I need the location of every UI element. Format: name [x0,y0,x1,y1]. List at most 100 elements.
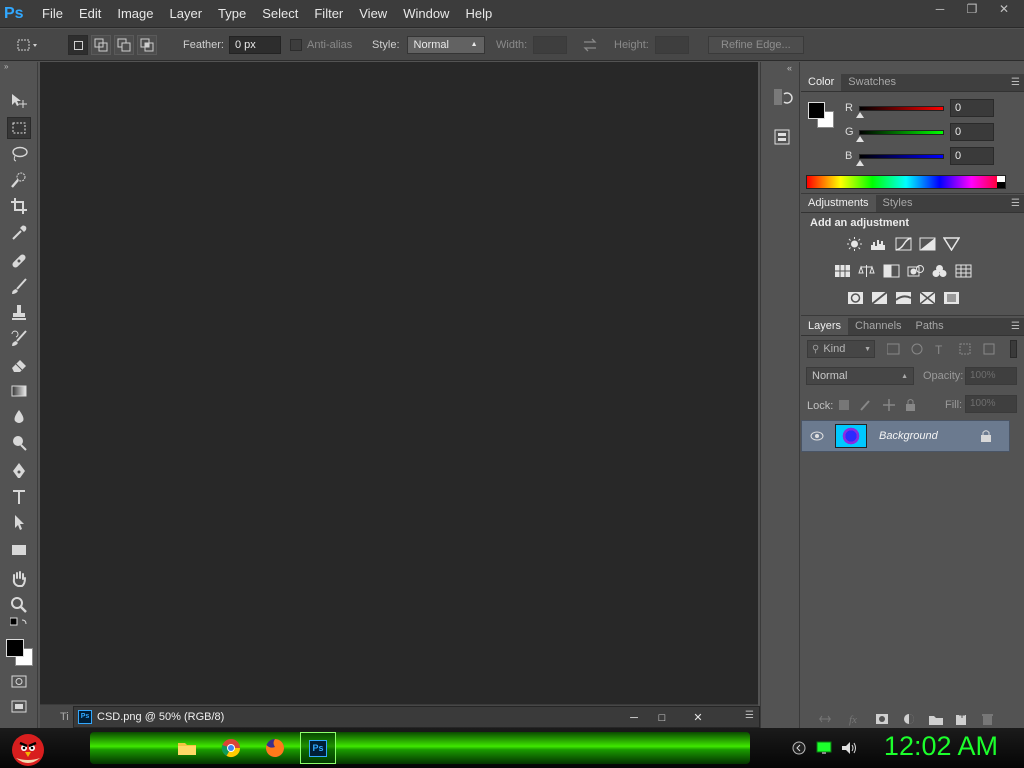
menu-layer[interactable]: Layer [162,0,211,28]
blend-mode-select[interactable]: Normal ▲ [806,367,914,385]
gradient-map-icon[interactable] [919,291,936,305]
close-button[interactable]: ✕ [990,1,1018,19]
vibrance-icon[interactable] [943,237,960,251]
tools-collapse-icon[interactable]: » [0,62,37,72]
properties-panel-button[interactable] [771,126,793,148]
feather-input[interactable]: 0 px [228,36,281,54]
add-to-selection-button[interactable] [91,35,111,55]
type-tool[interactable] [7,486,31,508]
strip-collapse-icon[interactable]: « [787,63,792,73]
tab-swatches[interactable]: Swatches [841,73,903,91]
minimize-button[interactable]: ─ [926,1,954,19]
tab-paths[interactable]: Paths [909,317,951,335]
screen-mode-button[interactable] [7,696,31,718]
default-colors-button[interactable] [7,617,31,632]
spot-healing-tool[interactable] [7,250,31,272]
blue-slider[interactable] [859,153,944,159]
black-white-icon[interactable] [883,264,900,278]
gradient-tool[interactable] [7,380,31,402]
tab-layers[interactable]: Layers [801,317,849,335]
green-slider[interactable] [859,129,944,135]
menu-file[interactable]: File [34,0,71,28]
menu-type[interactable]: Type [210,0,254,28]
quick-mask-button[interactable] [7,670,31,692]
volume-icon[interactable] [840,740,858,756]
crop-tool[interactable] [7,195,31,217]
refine-edge-button[interactable]: Refine Edge... [708,36,804,54]
photoshop-taskbar-button[interactable]: Ps [300,732,336,764]
color-panel-menu-icon[interactable]: ☰ [1011,74,1020,92]
doc-minimize-button[interactable]: ─ [624,707,644,729]
green-slider-thumb[interactable] [856,136,864,142]
taskbar-clock[interactable]: 12:02 AM [884,731,998,762]
move-tool[interactable] [7,90,31,112]
brightness-contrast-icon[interactable] [846,237,863,251]
network-icon[interactable] [816,741,832,755]
invert-icon[interactable] [847,291,864,305]
chrome-icon[interactable] [220,737,242,759]
menu-view[interactable]: View [351,0,395,28]
selective-color-icon[interactable] [943,291,960,305]
layers-panel-menu-icon[interactable]: ☰ [1011,318,1020,336]
menu-select[interactable]: Select [254,0,306,28]
brush-tool[interactable] [7,276,31,298]
hue-saturation-icon[interactable] [834,264,851,278]
red-slider[interactable] [859,105,944,111]
tool-preset-picker[interactable] [16,29,56,61]
fill-input[interactable]: 100% [965,395,1017,413]
document-tab-stub[interactable]: Ti [60,711,69,723]
style-select[interactable]: Normal ▲ [406,36,485,54]
dodge-tool[interactable] [7,432,31,454]
channel-mixer-icon[interactable] [931,264,948,278]
clone-stamp-tool[interactable] [7,302,31,324]
layers-footer-buttons[interactable]: fx [819,712,1009,726]
firefox-icon[interactable] [264,737,286,759]
restore-button[interactable]: ❐ [958,1,986,19]
threshold-icon[interactable] [895,291,912,305]
lasso-tool[interactable] [7,143,31,165]
history-panel-button[interactable] [771,86,793,108]
eraser-tool[interactable] [7,354,31,376]
color-foreground-swatch[interactable] [808,102,825,119]
rectangle-shape-tool[interactable] [7,539,31,561]
blue-slider-thumb[interactable] [856,160,864,166]
layer-row-background[interactable]: Background [801,420,1010,452]
tab-adjustments[interactable]: Adjustments [801,194,876,212]
levels-icon[interactable] [870,237,887,251]
eyedropper-tool[interactable] [7,222,31,244]
eye-visibility-icon[interactable] [810,431,824,441]
blue-value-input[interactable]: 0 [950,147,994,165]
new-selection-button[interactable] [68,35,88,55]
foreground-swatch[interactable] [6,639,24,657]
opacity-input[interactable]: 100% [965,367,1017,385]
adjustments-panel-menu-icon[interactable]: ☰ [1011,195,1020,213]
intersect-selection-button[interactable] [137,35,157,55]
quick-selection-tool[interactable] [7,169,31,191]
subtract-selection-button[interactable] [114,35,134,55]
document-canvas[interactable] [40,62,758,704]
tab-styles[interactable]: Styles [876,194,920,212]
photo-filter-icon[interactable] [907,264,924,278]
rectangular-marquee-tool[interactable] [7,117,31,139]
layer-name[interactable]: Background [879,430,938,442]
hand-tool[interactable] [7,568,31,590]
green-value-input[interactable]: 0 [950,123,994,141]
antialias-checkbox[interactable] [290,39,302,51]
floating-document-window[interactable]: Ps CSD.png @ 50% (RGB/8) ─ □ ✕ [73,706,760,728]
history-brush-tool[interactable] [7,328,31,350]
color-lookup-icon[interactable] [955,264,972,278]
red-value-input[interactable]: 0 [950,99,994,117]
path-selection-tool[interactable] [7,512,31,534]
menu-help[interactable]: Help [457,0,500,28]
width-input[interactable] [533,36,568,54]
exposure-icon[interactable] [919,237,936,251]
menu-filter[interactable]: Filter [306,0,351,28]
lock-buttons-icons[interactable] [839,398,919,412]
swap-dimensions-icon[interactable] [582,38,598,52]
file-explorer-icon[interactable] [176,737,198,759]
posterize-icon[interactable] [871,291,888,305]
doc-close-button[interactable]: ✕ [688,707,708,729]
tab-channels[interactable]: Channels [848,317,908,335]
pen-tool[interactable] [7,460,31,482]
tab-color[interactable]: Color [801,73,842,91]
